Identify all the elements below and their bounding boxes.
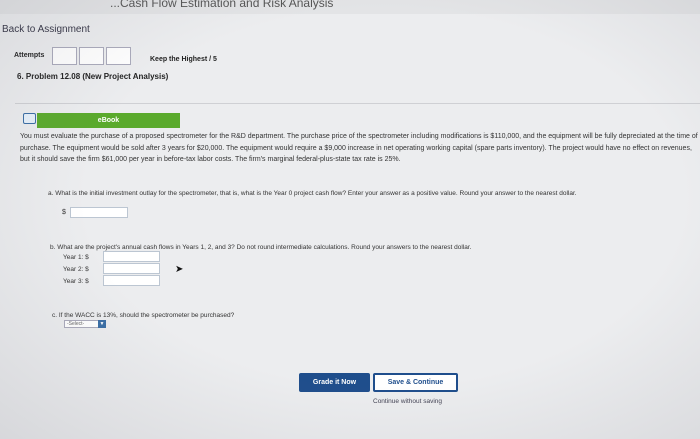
chevron-down-icon[interactable]: ▼ [98,320,106,328]
currency-symbol: $ [62,209,66,216]
year3-label: Year 3: $ [63,278,89,285]
question-a-text: a. What is the initial investment outlay… [48,190,577,197]
year2-cashflow-input[interactable] [103,263,160,274]
question-c-text: c. If the WACC is 13%, should the spectr… [52,312,235,319]
back-to-assignment-link[interactable]: Back to Assignment [2,24,90,35]
year0-cashflow-input[interactable] [70,207,128,218]
attempts-label: Attempts [14,52,45,59]
problem-description: You must evaluate the purchase of a prop… [20,133,698,163]
book-icon[interactable] [23,113,36,124]
ebook-button[interactable]: eBook [37,113,180,128]
year1-label: Year 1: $ [63,254,89,261]
mouse-cursor-icon: ➤ [175,264,184,275]
page-title: ...Cash Flow Estimation and Risk Analysi… [110,0,334,10]
continue-without-saving-link[interactable]: Continue without saving [373,398,442,405]
grade-it-now-button[interactable]: Grade it Now [299,373,370,392]
browser-topbar: ...Cash Flow Estimation and Risk Analysi… [0,0,700,14]
year2-label: Year 2: $ [63,266,89,273]
save-continue-button[interactable]: Save & Continue [373,373,458,392]
keep-highest-label: Keep the Highest / 5 [150,56,217,63]
attempt-box [106,47,131,65]
attempt-boxes [52,47,133,65]
year3-cashflow-input[interactable] [103,275,160,286]
problem-title: 6. Problem 12.08 (New Project Analysis) [17,72,169,81]
attempt-box [52,47,77,65]
attempt-box [79,47,104,65]
divider [15,103,700,104]
year1-cashflow-input[interactable] [103,251,160,262]
